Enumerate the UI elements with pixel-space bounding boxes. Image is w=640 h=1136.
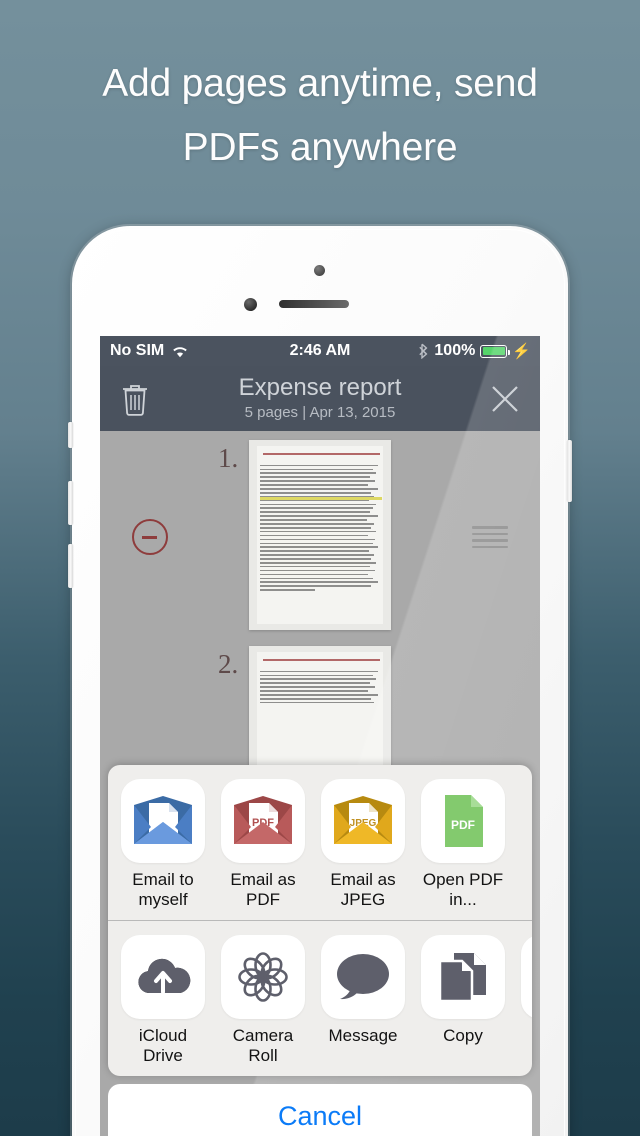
share-options-card: Email to myself PDF [108, 765, 532, 1076]
clock-label: 2:46 AM [289, 342, 351, 359]
headline-line-1: Add pages anytime, send [102, 62, 538, 105]
headline-line-2: PDFs anywhere [182, 126, 458, 169]
share-option-message[interactable]: Message [318, 935, 408, 1066]
cancel-button[interactable]: Cancel [108, 1084, 532, 1136]
proximity-sensor-icon [244, 298, 257, 311]
earpiece-speaker-icon [279, 300, 349, 308]
page-number: 1. [218, 443, 239, 473]
photos-flower-icon [221, 935, 305, 1019]
document-title: Expense report [238, 373, 402, 401]
share-option-label: Copy [443, 1026, 483, 1045]
page-title: Add pages anytime, send PDFs anywhere [0, 52, 640, 180]
share-option-label: Camera Roll [232, 1026, 294, 1065]
share-option-label: iCloud Drive [138, 1026, 188, 1065]
share-option-label: Email to myself [132, 870, 194, 909]
share-option-label: Open PDF in... [422, 870, 504, 909]
close-icon[interactable] [490, 384, 520, 414]
document-meta: 5 pages | Apr 13, 2015 [244, 403, 396, 421]
share-sheet: Email to myself PDF [100, 765, 540, 1136]
share-row-apps: Email to myself PDF [108, 765, 532, 920]
page-thumbnail[interactable] [249, 440, 391, 630]
silent-switch[interactable] [68, 422, 73, 448]
status-bar: No SIM 2:46 AM 100% ⚡ [100, 336, 540, 366]
envelope-pdf-icon: PDF [221, 779, 305, 863]
cancel-button-label: Cancel [277, 1100, 363, 1131]
battery-icon [480, 344, 511, 358]
share-option-label: Email as JPEG [330, 870, 396, 909]
share-option-email-as-pdf[interactable]: PDF Email as PDF [218, 779, 308, 910]
front-camera-icon [314, 265, 325, 276]
speech-bubble-icon [321, 935, 405, 1019]
share-option-email-as-jpeg[interactable]: JPEG Email as JPEG [318, 779, 408, 910]
trash-icon[interactable] [120, 382, 150, 416]
share-option-icloud-drive[interactable]: iCloud Drive [118, 935, 208, 1066]
icloud-upload-icon [121, 935, 205, 1019]
volume-up-button[interactable] [68, 481, 73, 525]
reorder-handle-icon[interactable] [472, 526, 508, 548]
partial-tile-icon [521, 935, 532, 1019]
share-row-actions: iCloud Drive Camera Roll Message Copy [108, 920, 532, 1076]
share-option-label: Email as PDF [230, 870, 296, 909]
phone-screen: No SIM 2:46 AM 100% ⚡ Expense report 5 p… [100, 336, 540, 1136]
share-option-partial[interactable] [518, 935, 532, 1066]
minus-circle-icon[interactable] [132, 519, 168, 555]
envelope-jpeg-icon: JPEG [321, 779, 405, 863]
envelope-document-icon [121, 779, 205, 863]
svg-text:PDF: PDF [451, 818, 475, 832]
document-title-block: Expense report 5 pages | Apr 13, 2015 [100, 374, 540, 424]
share-option-copy[interactable]: Copy [418, 935, 508, 1066]
share-option-email-to-myself[interactable]: Email to myself [118, 779, 208, 910]
share-option-open-pdf-in[interactable]: PDF Open PDF in... [418, 779, 508, 910]
copy-documents-icon [421, 935, 505, 1019]
volume-down-button[interactable] [68, 544, 73, 588]
share-option-label: Message [328, 1026, 398, 1045]
power-button[interactable] [567, 440, 572, 502]
pdf-document-icon: PDF [421, 779, 505, 863]
page-number: 2. [218, 649, 239, 679]
iphone-device-frame: No SIM 2:46 AM 100% ⚡ Expense report 5 p… [68, 226, 572, 1136]
share-option-camera-roll[interactable]: Camera Roll [218, 935, 308, 1066]
navigation-bar: Expense report 5 pages | Apr 13, 2015 [100, 366, 540, 431]
